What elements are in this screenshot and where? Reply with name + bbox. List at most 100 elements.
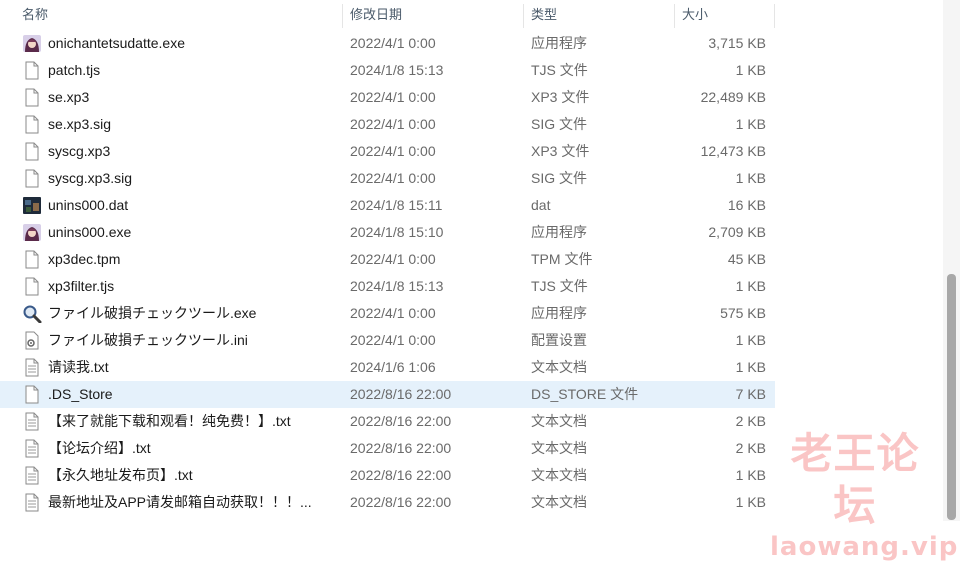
file-size: 1 KB — [735, 62, 766, 78]
file-date-modified: 2022/4/1 0:00 — [350, 35, 436, 51]
file-row[interactable]: ファイル破損チェックツール.ini 2022/4/1 0:00 配置设置 1 KB — [0, 327, 775, 354]
file-size: 1 KB — [735, 332, 766, 348]
file-row[interactable]: xp3filter.tjs 2024/1/8 15:13 TJS 文件 1 KB — [0, 273, 775, 300]
file-icon — [22, 250, 42, 269]
file-size: 1 KB — [735, 116, 766, 132]
file-size: 2,709 KB — [708, 224, 766, 240]
file-type: TJS 文件 — [531, 278, 588, 294]
file-date-modified: 2022/4/1 0:00 — [350, 143, 436, 159]
file-date-modified: 2022/8/16 22:00 — [350, 386, 452, 402]
column-divider[interactable] — [342, 4, 343, 28]
file-name: ファイル破損チェックツール.exe — [48, 305, 257, 321]
file-type: 文本文档 — [531, 413, 587, 429]
file-date-modified: 2024/1/6 1:06 — [350, 359, 436, 375]
file-row[interactable]: syscg.xp3.sig 2022/4/1 0:00 SIG 文件 1 KB — [0, 165, 775, 192]
file-row[interactable]: syscg.xp3 2022/4/1 0:00 XP3 文件 12,473 KB — [0, 138, 775, 165]
file-name: xp3dec.tpm — [48, 251, 121, 267]
file-size: 16 KB — [727, 197, 766, 213]
watermark-cn: 老王论坛 — [790, 429, 920, 530]
file-type: 文本文档 — [531, 440, 587, 456]
file-name: 【论坛介绍】.txt — [48, 440, 151, 456]
file-row[interactable]: 请读我.txt 2024/1/6 1:06 文本文档 1 KB — [0, 354, 775, 381]
file-name: patch.tjs — [48, 62, 101, 78]
column-divider[interactable] — [523, 4, 524, 28]
file-name: syscg.xp3.sig — [48, 170, 133, 186]
file-size: 1 KB — [735, 278, 766, 294]
file-name: se.xp3 — [48, 89, 90, 105]
column-header-date[interactable]: 修改日期 — [346, 0, 516, 30]
file-date-modified: 2022/8/16 22:00 — [350, 413, 452, 429]
file-row[interactable]: 最新地址及APP请发邮箱自动获取！！！... 2022/8/16 22:00 文本文… — [0, 489, 775, 516]
file-type: 应用程序 — [531, 35, 587, 51]
column-divider[interactable] — [774, 4, 775, 28]
column-header-name[interactable]: 名称 — [18, 0, 338, 30]
file-name: xp3filter.tjs — [48, 278, 115, 294]
file-type: XP3 文件 — [531, 143, 590, 159]
file-row[interactable]: .DS_Store 2022/8/16 22:00 DS_STORE 文件 7 KB — [0, 381, 775, 408]
file-type: DS_STORE 文件 — [531, 386, 639, 402]
column-header-type[interactable]: 类型 — [527, 0, 667, 30]
text-file-icon — [22, 358, 42, 377]
file-date-modified: 2024/1/8 15:13 — [350, 62, 444, 78]
file-type: dat — [531, 197, 551, 213]
column-header-size[interactable]: 大小 — [678, 0, 768, 30]
watermark: 老王论坛 laowang.vip — [770, 428, 959, 562]
file-icon — [22, 385, 42, 404]
file-row[interactable]: 【来了就能下载和观看！纯免费！】.txt 2022/8/16 22:00 文本文档 2… — [0, 408, 775, 435]
file-row[interactable]: se.xp3 2022/4/1 0:00 XP3 文件 22,489 KB — [0, 84, 775, 111]
file-name: 【永久地址发布页】.txt — [48, 467, 193, 483]
settings-file-icon — [22, 331, 42, 350]
text-file-icon — [22, 493, 42, 512]
file-icon — [22, 88, 42, 107]
file-size: 1 KB — [735, 170, 766, 186]
watermark-en: laowang.vip — [770, 532, 959, 562]
file-size: 2 KB — [735, 440, 766, 456]
file-type: TJS 文件 — [531, 62, 588, 78]
file-name: unins000.dat — [48, 197, 129, 213]
file-row[interactable]: 【永久地址发布页】.txt 2022/8/16 22:00 文本文档 1 KB — [0, 462, 775, 489]
file-date-modified: 2022/4/1 0:00 — [350, 251, 436, 267]
file-date-modified: 2022/4/1 0:00 — [350, 89, 436, 105]
file-date-modified: 2024/1/8 15:11 — [350, 197, 443, 213]
file-name: 【来了就能下载和观看！纯免费！】.txt — [48, 413, 291, 429]
text-file-icon — [22, 412, 42, 431]
file-icon — [22, 277, 42, 296]
file-row[interactable]: 【论坛介绍】.txt 2022/8/16 22:00 文本文档 2 KB — [0, 435, 775, 462]
magnifier-icon — [22, 304, 42, 324]
scrollbar-thumb[interactable] — [947, 274, 956, 520]
file-size: 7 KB — [735, 386, 766, 402]
file-name: 最新地址及APP请发邮箱自动获取！！！... — [48, 494, 312, 510]
column-divider[interactable] — [674, 4, 675, 28]
file-type: 应用程序 — [531, 224, 587, 240]
file-type: 文本文档 — [531, 467, 587, 483]
file-row[interactable]: se.xp3.sig 2022/4/1 0:00 SIG 文件 1 KB — [0, 111, 775, 138]
file-size: 1 KB — [735, 359, 766, 375]
column-header: 名称 修改日期 类型 大小 — [0, 0, 775, 30]
text-file-icon — [22, 466, 42, 485]
file-type: 文本文档 — [531, 359, 587, 375]
file-size: 1 KB — [735, 494, 766, 510]
dat-icon — [22, 196, 42, 215]
file-date-modified: 2022/4/1 0:00 — [350, 305, 436, 321]
file-row[interactable]: xp3dec.tpm 2022/4/1 0:00 TPM 文件 45 KB — [0, 246, 775, 273]
file-size: 45 KB — [727, 251, 766, 267]
file-name: .DS_Store — [48, 386, 113, 402]
file-date-modified: 2022/4/1 0:00 — [350, 332, 436, 348]
file-icon — [22, 169, 42, 188]
file-row[interactable]: onichantetsudatte.exe 2022/4/1 0:00 应用程序 3,… — [0, 30, 775, 57]
file-date-modified: 2022/8/16 22:00 — [350, 467, 452, 483]
file-row[interactable]: ファイル破損チェックツール.exe 2022/4/1 0:00 应用程序 575 KB — [0, 300, 775, 327]
file-date-modified: 2022/4/1 0:00 — [350, 116, 436, 132]
file-type: 文本文档 — [531, 494, 587, 510]
file-size: 3,715 KB — [708, 35, 766, 51]
file-type: 应用程序 — [531, 305, 587, 321]
file-icon — [22, 61, 42, 80]
file-icon — [22, 142, 42, 161]
file-name: 请读我.txt — [48, 359, 109, 375]
text-file-icon — [22, 439, 42, 458]
file-row[interactable]: unins000.dat 2024/1/8 15:11 dat 16 KB — [0, 192, 775, 219]
app-icon — [22, 34, 42, 53]
file-row[interactable]: unins000.exe 2024/1/8 15:10 应用程序 2,709 KB — [0, 219, 775, 246]
file-row[interactable]: patch.tjs 2024/1/8 15:13 TJS 文件 1 KB — [0, 57, 775, 84]
file-type: SIG 文件 — [531, 116, 588, 132]
